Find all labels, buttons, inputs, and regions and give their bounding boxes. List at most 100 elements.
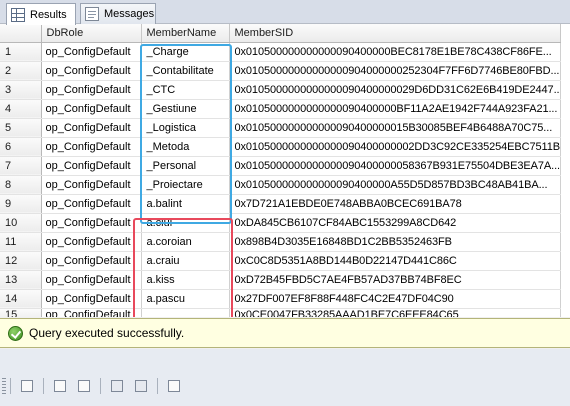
membername-cell[interactable]: a.balint (141, 194, 230, 214)
table-row[interactable]: 10 op_ConfigDefault a.ciui 0xDA845CB6107CF8… (0, 213, 561, 233)
membername-cell[interactable]: _CTC (141, 80, 230, 100)
membername-cell[interactable]: _Proiectare (141, 175, 230, 195)
table-row[interactable]: 7 op_ConfigDefault _Personal 0x010500000000… (0, 156, 561, 176)
dbrole-cell[interactable]: op_ConfigDefault (41, 137, 142, 157)
toolbar-comment-icon (111, 380, 123, 392)
membersid-cell[interactable]: 0x010500000000000090400000A55D5D857BD3BC… (229, 175, 561, 195)
table-row[interactable]: 4 op_ConfigDefault _Gestiune 0x010500000000… (0, 99, 561, 119)
dbrole-cell[interactable]: op_ConfigDefault (41, 270, 142, 290)
toolbar-paste-icon (78, 380, 90, 392)
row-number-cell[interactable]: 2 (0, 61, 42, 81)
tab-messages-label: Messages (104, 8, 155, 20)
dbrole-cell[interactable]: op_ConfigDefault (41, 175, 142, 195)
dbrole-cell[interactable]: op_ConfigDefault (41, 213, 142, 233)
table-row[interactable]: 5 op_ConfigDefault _Logistica 0x01050000000… (0, 118, 561, 138)
row-number-cell[interactable]: 7 (0, 156, 42, 176)
table-row[interactable]: 6 op_ConfigDefault _Metoda 0x01050000000000… (0, 137, 561, 157)
grid-icon (11, 7, 25, 22)
table-row[interactable]: 9 op_ConfigDefault a.balint 0x7D721A1EBDE0E… (0, 194, 561, 214)
row-number-cell[interactable]: 5 (0, 118, 42, 138)
membersid-cell[interactable]: 0x010500000000000090400000015B30085BEF4B… (229, 118, 561, 138)
membername-cell[interactable]: a.pascu (141, 289, 230, 309)
table-row[interactable]: 3 op_ConfigDefault _CTC 0x01050000000000000… (0, 80, 561, 100)
membername-cell[interactable]: a.ciui (141, 213, 230, 233)
membersid-cell[interactable]: 0x7D721A1EBDE0E748ABBA0BCEC691BA78 (229, 194, 561, 214)
dbrole-cell[interactable]: op_ConfigDefault (41, 194, 142, 214)
dbrole-cell[interactable]: op_ConfigDefault (41, 308, 142, 317)
toolbar-button-4[interactable] (108, 377, 126, 395)
membersid-cell[interactable]: 0xD72B45FBD5C7AE4FB57AD37BB74BF8EC (229, 270, 561, 290)
query-status-bar: Query executed successfully. (0, 318, 570, 348)
table-row[interactable]: 15 op_ConfigDefault 0x0CE0047FB33285AAAD1B… (0, 308, 561, 317)
membersid-cell[interactable]: 0x0CE0047FB33285AAAD1BE7C6EEE84C65 (229, 308, 561, 317)
row-number-cell[interactable]: 15 (0, 308, 42, 317)
row-number-cell[interactable]: 11 (0, 232, 42, 252)
membername-cell[interactable]: _Metoda (141, 137, 230, 157)
dbrole-cell[interactable]: op_ConfigDefault (41, 289, 142, 309)
toolbar-button-1[interactable] (18, 377, 36, 395)
membersid-cell[interactable]: 0xDA845CB6107CF84ABC1553299A8CD642 (229, 213, 561, 233)
dbrole-cell[interactable]: op_ConfigDefault (41, 118, 142, 138)
membersid-cell[interactable]: 0xC0C8D5351A8BD144B0D22147D441C86C (229, 251, 561, 271)
membersid-cell[interactable]: 0x0105000000000000090400000058367B931E75… (229, 156, 561, 176)
tab-results[interactable]: Results (6, 3, 76, 25)
membersid-cell[interactable]: 0x0105000000000000090400000029D6DD31C62E… (229, 80, 561, 100)
column-header-dbrole[interactable]: DbRole (41, 24, 142, 43)
toolbar-separator (157, 378, 158, 394)
table-row[interactable]: 11 op_ConfigDefault a.coroian 0x898B4D3035E… (0, 232, 561, 252)
membername-cell[interactable] (141, 308, 230, 317)
membername-cell[interactable]: a.craiu (141, 251, 230, 271)
check-icon (8, 325, 23, 341)
toolbar-grip-icon[interactable] (2, 378, 6, 394)
toolbar-button-6[interactable] (165, 377, 183, 395)
membername-cell[interactable]: _Contabilitate (141, 61, 230, 81)
grid-body: 1 op_ConfigDefault _Charge 0x01050000000000… (0, 42, 561, 317)
membername-cell[interactable]: a.kiss (141, 270, 230, 290)
membername-cell[interactable]: a.coroian (141, 232, 230, 252)
row-number-cell[interactable]: 4 (0, 99, 42, 119)
membername-cell[interactable]: _Charge (141, 42, 230, 62)
table-row[interactable]: 12 op_ConfigDefault a.craiu 0xC0C8D5351A8BD… (0, 251, 561, 271)
table-row[interactable]: 8 op_ConfigDefault _Proiectare 0x0105000000… (0, 175, 561, 195)
dbrole-cell[interactable]: op_ConfigDefault (41, 42, 142, 62)
toolbar-button-3[interactable] (75, 377, 93, 395)
column-header-membersid[interactable]: MemberSID (229, 24, 561, 43)
dbrole-cell[interactable]: op_ConfigDefault (41, 80, 142, 100)
membername-cell[interactable]: _Logistica (141, 118, 230, 138)
tab-messages[interactable]: Messages (80, 3, 156, 24)
row-number-cell[interactable]: 14 (0, 289, 42, 309)
row-number-cell[interactable]: 9 (0, 194, 42, 214)
corner-cell[interactable] (0, 24, 42, 43)
toolbar-button-5[interactable] (132, 377, 150, 395)
membersid-cell[interactable]: 0x0105000000000000090400000002DD3C92CE33… (229, 137, 561, 157)
row-number-cell[interactable]: 13 (0, 270, 42, 290)
membersid-cell[interactable]: 0x27DF007EF8F88F448FC4C2E47DF04C90 (229, 289, 561, 309)
membersid-cell[interactable]: 0x010500000000000090400000BEC8178E1BE78C… (229, 42, 561, 62)
membersid-cell[interactable]: 0x898B4D3035E16848BD1C2BB5352463FB (229, 232, 561, 252)
dbrole-cell[interactable]: op_ConfigDefault (41, 251, 142, 271)
row-number-cell[interactable]: 10 (0, 213, 42, 233)
dbrole-cell[interactable]: op_ConfigDefault (41, 156, 142, 176)
row-number-cell[interactable]: 6 (0, 137, 42, 157)
table-row[interactable]: 13 op_ConfigDefault a.kiss 0xD72B45FBD5C7AE… (0, 270, 561, 290)
toolbar-button-2[interactable] (51, 377, 69, 395)
table-row[interactable]: 1 op_ConfigDefault _Charge 0x01050000000000… (0, 42, 561, 62)
table-row[interactable]: 14 op_ConfigDefault a.pascu 0x27DF007EF8F88… (0, 289, 561, 309)
column-header-membername[interactable]: MemberName (141, 24, 230, 43)
results-grid[interactable]: DbRole MemberName MemberSID 1 op_ConfigDe… (0, 24, 570, 317)
dbrole-cell[interactable]: op_ConfigDefault (41, 232, 142, 252)
row-number-cell[interactable]: 12 (0, 251, 42, 271)
row-number-cell[interactable]: 1 (0, 42, 42, 62)
dbrole-cell[interactable]: op_ConfigDefault (41, 61, 142, 81)
membersid-cell[interactable]: 0x0105000000000000090400000BF11A2AE1942F… (229, 99, 561, 119)
table-row[interactable]: 2 op_ConfigDefault _Contabilitate 0x0105000… (0, 61, 561, 81)
membersid-cell[interactable]: 0x01050000000000000904000000252304F7FF6D… (229, 61, 561, 81)
row-number-cell[interactable]: 8 (0, 175, 42, 195)
toolbar-separator (10, 378, 11, 394)
membername-cell[interactable]: _Gestiune (141, 99, 230, 119)
row-number-cell[interactable]: 3 (0, 80, 42, 100)
dbrole-cell[interactable]: op_ConfigDefault (41, 99, 142, 119)
toolbar-copy-icon (54, 380, 66, 392)
bottom-toolbar (0, 374, 570, 398)
membername-cell[interactable]: _Personal (141, 156, 230, 176)
